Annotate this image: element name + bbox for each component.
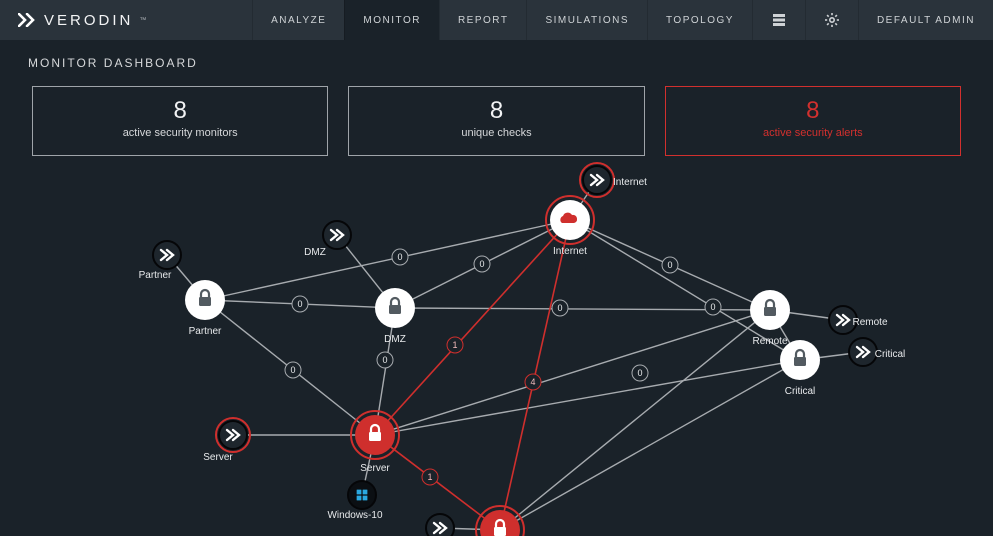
svg-text:0: 0 bbox=[557, 303, 562, 313]
nav-user[interactable]: DEFAULT ADMIN bbox=[858, 0, 993, 40]
svg-text:1: 1 bbox=[452, 340, 457, 350]
node-internet-ext[interactable]: Internet bbox=[580, 163, 647, 197]
svg-text:0: 0 bbox=[397, 252, 402, 262]
brand-name: VERODIN bbox=[44, 12, 133, 29]
svg-text:Remote: Remote bbox=[752, 336, 787, 347]
stat-alerts-label: active security alerts bbox=[672, 127, 954, 139]
node-critical-ext[interactable]: Critical bbox=[849, 338, 905, 366]
node-remote[interactable]: Remote bbox=[750, 290, 790, 347]
stat-alerts-value: 8 bbox=[672, 97, 954, 125]
node-server-ext[interactable]: Server bbox=[203, 418, 250, 463]
app-header: VERODIN ™ ANALYZE MONITOR REPORT SIMULAT… bbox=[0, 0, 993, 40]
svg-text:Partner: Partner bbox=[189, 326, 222, 337]
stat-checks-value: 8 bbox=[355, 97, 637, 125]
node-bottom[interactable] bbox=[476, 506, 524, 536]
node-windows[interactable] bbox=[348, 481, 376, 509]
stat-alerts[interactable]: 8 active security alerts bbox=[665, 86, 961, 156]
svg-text:1: 1 bbox=[427, 472, 432, 482]
stat-cards: 8 active security monitors 8 unique chec… bbox=[0, 86, 993, 156]
svg-text:Windows-10: Windows-10 bbox=[327, 510, 382, 521]
svg-text:Critical: Critical bbox=[785, 386, 816, 397]
svg-text:0: 0 bbox=[710, 302, 715, 312]
main-nav: ANALYZE MONITOR REPORT SIMULATIONS TOPOL… bbox=[252, 0, 993, 40]
nav-simulations[interactable]: SIMULATIONS bbox=[526, 0, 647, 40]
nav-analyze[interactable]: ANALYZE bbox=[252, 0, 344, 40]
svg-text:Server: Server bbox=[360, 463, 390, 474]
svg-text:0: 0 bbox=[290, 365, 295, 375]
stat-monitors-label: active security monitors bbox=[39, 127, 321, 139]
svg-text:0: 0 bbox=[637, 368, 642, 378]
nav-report[interactable]: REPORT bbox=[439, 0, 527, 40]
page-title: MONITOR DASHBOARD bbox=[0, 40, 993, 86]
topology-graph[interactable]: 0 0 0 0 0 0 0 0 0 1 1 4 Internet Interne… bbox=[0, 160, 993, 536]
edges bbox=[167, 180, 863, 530]
edge-badges: 0 0 0 0 0 0 0 0 0 1 1 4 bbox=[285, 249, 721, 485]
svg-text:0: 0 bbox=[479, 259, 484, 269]
svg-text:DMZ: DMZ bbox=[304, 247, 326, 258]
nav-settings[interactable] bbox=[805, 0, 858, 40]
svg-text:0: 0 bbox=[667, 260, 672, 270]
svg-text:Server: Server bbox=[203, 452, 233, 463]
node-server[interactable]: Server bbox=[351, 411, 399, 474]
svg-text:Critical: Critical bbox=[875, 349, 906, 360]
node-partner[interactable]: Partner bbox=[185, 280, 225, 337]
svg-text:Internet: Internet bbox=[553, 246, 587, 257]
svg-text:4: 4 bbox=[530, 377, 535, 387]
nav-topology[interactable]: TOPOLOGY bbox=[647, 0, 752, 40]
brand-chevron-icon bbox=[18, 13, 38, 27]
brand-logo: VERODIN ™ bbox=[0, 0, 160, 40]
brand-tm: ™ bbox=[139, 17, 146, 24]
node-dmz-ext[interactable]: DMZ bbox=[304, 221, 351, 258]
svg-text:Partner: Partner bbox=[139, 270, 172, 281]
stat-checks-label: unique checks bbox=[355, 127, 637, 139]
svg-text:DMZ: DMZ bbox=[384, 334, 406, 345]
node-critical[interactable]: Critical bbox=[780, 340, 820, 397]
storage-icon bbox=[771, 12, 787, 28]
nav-monitor[interactable]: MONITOR bbox=[344, 0, 439, 40]
svg-text:0: 0 bbox=[382, 355, 387, 365]
node-partner-ext[interactable]: Partner bbox=[139, 241, 181, 281]
nav-storage[interactable] bbox=[752, 0, 805, 40]
svg-text:Internet: Internet bbox=[613, 177, 647, 188]
svg-text:0: 0 bbox=[297, 299, 302, 309]
stat-monitors-value: 8 bbox=[39, 97, 321, 125]
svg-text:Remote: Remote bbox=[852, 317, 887, 328]
node-remote-ext[interactable]: Remote bbox=[829, 306, 888, 334]
node-bottom-ext[interactable] bbox=[426, 514, 454, 536]
node-internet[interactable]: Internet bbox=[546, 196, 594, 257]
gear-icon bbox=[824, 12, 840, 28]
node-dmz[interactable]: DMZ bbox=[375, 288, 415, 345]
stat-checks[interactable]: 8 unique checks bbox=[348, 86, 644, 156]
stat-monitors[interactable]: 8 active security monitors bbox=[32, 86, 328, 156]
